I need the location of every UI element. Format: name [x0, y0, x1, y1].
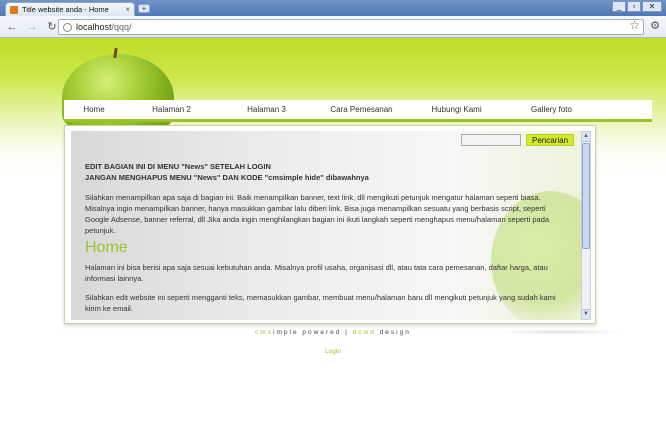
nav-item-cara-pemesanan[interactable]: Cara Pemesanan: [314, 105, 409, 114]
content-scrollbar[interactable]: ▲ ▼: [581, 131, 591, 320]
content-area: Pencarian EDIT BAGIAN INI DI MENU "News"…: [71, 131, 581, 320]
minimize-button[interactable]: _: [612, 1, 626, 12]
page-title: Home: [85, 239, 128, 256]
notice-line-2: JANGAN MENGHAPUS MENU "News" DAN KODE "c…: [85, 173, 369, 182]
scroll-down-icon[interactable]: ▼: [582, 309, 590, 319]
reload-icon[interactable]: ↻: [46, 20, 58, 33]
nav-item-hubungi-kami[interactable]: Hubungi Kami: [409, 105, 504, 114]
footer-cms[interactable]: cms: [255, 329, 273, 336]
bookmark-star-icon[interactable]: ☆: [629, 18, 640, 32]
footer-separator: |: [345, 329, 349, 336]
url-path: /qqq/: [111, 22, 132, 32]
nav-item-gallery-foto[interactable]: Gallery foto: [504, 105, 599, 114]
tab-title: Title website anda - Home: [22, 5, 109, 14]
new-tab-button[interactable]: +: [138, 4, 150, 13]
notice-line-1: EDIT BAGIAN INI DI MENU "News" SETELAH L…: [85, 162, 271, 171]
search-button[interactable]: Pencarian: [526, 134, 575, 146]
body-paragraph-2: Silahkan edit website ini seperti mengga…: [85, 293, 556, 313]
browser-tab[interactable]: Title website anda - Home ×: [5, 2, 135, 16]
url-host: localhost: [76, 22, 112, 32]
login-link[interactable]: Login: [0, 348, 666, 355]
window-controls: _ ▫ ✕: [612, 1, 662, 12]
close-tab-icon[interactable]: ×: [125, 5, 130, 14]
address-bar[interactable]: localhost/qqq/: [58, 19, 644, 35]
search-input[interactable]: [461, 134, 521, 146]
scroll-up-icon[interactable]: ▲: [582, 132, 590, 142]
web-page: Home Halaman 2 Halaman 3 Cara Pemesanan …: [0, 38, 666, 422]
close-window-button[interactable]: ✕: [642, 1, 662, 12]
news-notice: EDIT BAGIAN INI DI MENU "News" SETELAH L…: [85, 161, 565, 183]
nav-item-halaman-3[interactable]: Halaman 3: [219, 105, 314, 114]
footer-powered: imple powered: [273, 329, 342, 336]
title-bar: Title website anda - Home × + _ ▫ ✕: [0, 0, 666, 16]
footer-design: design: [379, 329, 411, 336]
nav-item-halaman-2[interactable]: Halaman 2: [124, 105, 219, 114]
apple-header-image: [62, 54, 174, 134]
maximize-button[interactable]: ▫: [627, 1, 641, 12]
favicon-icon: [10, 5, 18, 14]
content-text: EDIT BAGIAN INI DI MENU "News" SETELAH L…: [85, 161, 565, 320]
back-icon[interactable]: ←: [6, 21, 18, 33]
intro-paragraph: Silahkan menampilkan apa saja di bagian …: [85, 193, 550, 235]
forward-icon[interactable]: →: [26, 21, 38, 33]
scroll-thumb[interactable]: [582, 143, 590, 249]
footer-credits: cmsimple powered | dcwd design: [0, 329, 666, 336]
footer-dcwd[interactable]: dcwd: [353, 329, 376, 336]
content-panel: Pencarian EDIT BAGIAN INI DI MENU "News"…: [64, 125, 596, 324]
browser-toolbar: ← → ↻ localhost/qqq/ ☆ ⚙: [0, 16, 666, 38]
wrench-menu-icon[interactable]: ⚙: [650, 19, 660, 32]
globe-icon: [63, 22, 72, 32]
url-text: localhost/qqq/: [76, 22, 132, 32]
search-form: Pencarian: [461, 134, 575, 146]
nav-item-home[interactable]: Home: [64, 105, 124, 114]
main-navigation: Home Halaman 2 Halaman 3 Cara Pemesanan …: [64, 100, 652, 122]
body-paragraph-1: Halaman ini bisa berisi apa saja sesuai …: [85, 263, 548, 283]
